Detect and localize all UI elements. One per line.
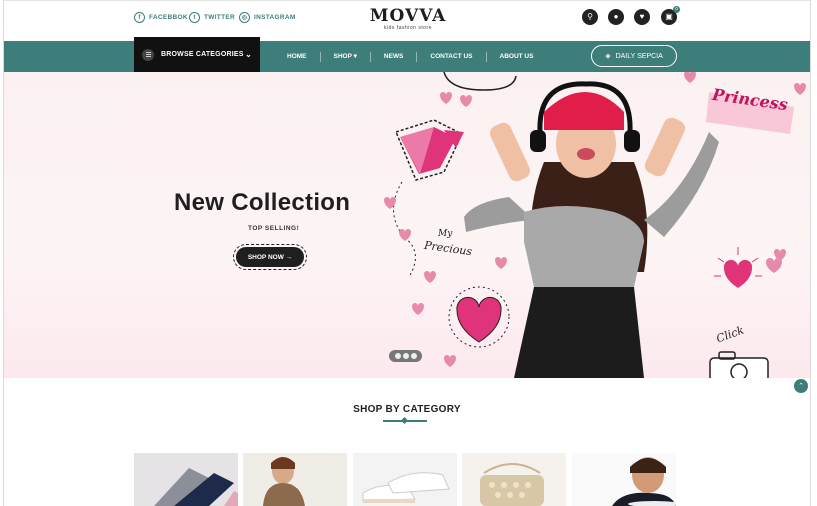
- daily-special-label: DAILY SEPCIA: [615, 52, 663, 60]
- slider-pagination: [389, 350, 422, 362]
- section-title: SHOP BY CATEGORY: [353, 404, 461, 415]
- browse-categories-button[interactable]: BROWSE CATEGORIES ⌄: [134, 37, 260, 72]
- chevron-down-icon: ⌄: [245, 50, 252, 59]
- search-icon: ⚲: [587, 12, 593, 21]
- account-button[interactable]: ●: [608, 9, 624, 25]
- section-title-underline: [383, 420, 427, 422]
- twitter-label: TWITTER: [204, 14, 235, 21]
- jacket-image: [243, 453, 347, 506]
- nav-about[interactable]: ABOUT US: [487, 52, 547, 62]
- category-tile-boys[interactable]: [572, 453, 676, 506]
- nav-shop[interactable]: SHOP ▾: [321, 51, 371, 62]
- slider-dot[interactable]: [394, 353, 401, 359]
- category-tile-shoes[interactable]: [353, 453, 457, 506]
- twitter-icon: t: [189, 12, 200, 23]
- dotted-trail: [393, 181, 416, 278]
- chevron-up-icon: ⌃: [798, 383, 804, 390]
- girl-photo: [464, 81, 719, 378]
- nav-news[interactable]: NEWS: [371, 51, 418, 62]
- account-icon: ●: [613, 12, 619, 21]
- slider-dot[interactable]: [402, 353, 409, 359]
- my-text: My: [438, 229, 453, 239]
- shoes-image: [353, 453, 457, 506]
- bag-image: [462, 453, 566, 506]
- logo-brand: MOVVA: [369, 6, 447, 26]
- diamond-doodle: [394, 119, 464, 181]
- nav-home[interactable]: HOME: [274, 51, 321, 62]
- shop-now-button[interactable]: SHOP NOW →: [233, 244, 307, 270]
- page: f FACEBBOK t TWITTER ◎ INSTAGRAM MOVVA k…: [3, 0, 811, 506]
- top-bar: f FACEBBOK t TWITTER ◎ INSTAGRAM MOVVA k…: [4, 0, 810, 41]
- speech-bubble-doodle: [443, 72, 517, 91]
- browse-categories-label: BROWSE CATEGORIES: [161, 51, 244, 58]
- instagram-icon: ◎: [239, 12, 250, 23]
- facebook-link[interactable]: f FACEBBOK: [134, 12, 188, 23]
- cart-count-badge: 0: [673, 6, 680, 13]
- diamond-icon: ◈: [605, 53, 611, 60]
- cart-button[interactable]: ▣ 0: [661, 6, 680, 25]
- nav-contact[interactable]: CONTACT US: [417, 51, 487, 62]
- main-nav: BROWSE CATEGORIES ⌄ HOME SHOP ▾ NEWS CON…: [4, 37, 810, 72]
- hero-title: New Collection: [174, 189, 351, 216]
- site-logo[interactable]: MOVVA kids fashion store: [362, 7, 454, 31]
- hero-subtitle: TOP SELLING!: [248, 225, 300, 232]
- nav-links: HOME SHOP ▾ NEWS CONTACT US ABOUT US: [274, 41, 546, 72]
- boy-image: [572, 453, 676, 506]
- category-tile-socks[interactable]: [134, 453, 238, 506]
- facebook-label: FACEBBOK: [149, 14, 188, 21]
- slider-dot[interactable]: [410, 353, 417, 359]
- wishlist-icon: ♥: [639, 12, 645, 21]
- wishlist-button[interactable]: ♥: [634, 9, 650, 25]
- socks-image: [134, 453, 238, 506]
- hero-banner: Princess My Precious Click New Collectio…: [4, 72, 810, 378]
- hero-illustration: [384, 72, 806, 378]
- twitter-link[interactable]: t TWITTER: [189, 12, 235, 23]
- scroll-to-top-button[interactable]: ⌃: [794, 379, 808, 393]
- daily-special-button[interactable]: ◈ DAILY SEPCIA: [591, 45, 677, 67]
- category-tile-jackets[interactable]: [243, 453, 347, 506]
- category-tile-bags[interactable]: [462, 453, 566, 506]
- menu-icon: [142, 48, 154, 61]
- search-button[interactable]: ⚲: [582, 9, 598, 25]
- big-heart-doodle: [448, 286, 510, 348]
- cart-icon: ▣: [665, 12, 673, 21]
- instagram-label: INSTAGRAM: [254, 14, 296, 21]
- instagram-link[interactable]: ◎ INSTAGRAM: [239, 12, 296, 23]
- facebook-icon: f: [134, 12, 145, 23]
- camera-doodle: [709, 351, 769, 378]
- heart-rays-doodle: [714, 247, 762, 288]
